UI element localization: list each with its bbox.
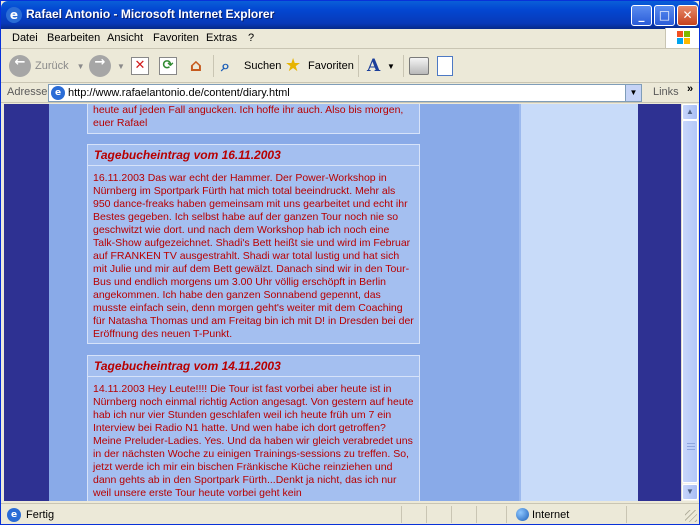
address-url[interactable]: http://www.rafaelantonio.de/content/diar…: [68, 87, 290, 99]
internet-zone-icon: [516, 508, 529, 521]
page-left-margin: [49, 104, 74, 501]
home-button[interactable]: ⌂: [186, 53, 206, 79]
diary-entry-partial: heute auf jeden Fall angucken. Ich hoffe…: [87, 104, 420, 134]
diary-entry: Tagebucheintrag vom 14.11.2003 14.11.200…: [87, 355, 420, 501]
search-button[interactable]: ⌕ Suchen: [221, 53, 281, 79]
diary-entry: Tagebucheintrag vom 16.11.2003 16.11.200…: [87, 144, 420, 344]
back-dropdown-icon[interactable]: ▼: [77, 62, 85, 71]
forward-arrow-icon: →: [89, 55, 111, 77]
vertical-scrollbar[interactable]: ▲ ▼: [681, 104, 698, 501]
maximize-button[interactable]: □: [654, 5, 675, 26]
font-size-icon: A: [367, 56, 381, 76]
toolbar-separator: [358, 55, 359, 77]
menu-datei[interactable]: Datei: [12, 32, 38, 44]
refresh-button[interactable]: ⟳: [159, 53, 177, 79]
stop-icon: ✕: [131, 57, 149, 75]
status-bar: e Fertig Internet: [1, 503, 699, 524]
scroll-down-icon[interactable]: ▼: [682, 484, 698, 500]
menu-extras[interactable]: Extras: [206, 32, 237, 44]
title-bar[interactable]: e Rafael Antonio - Microsoft Internet Ex…: [1, 1, 699, 29]
back-arrow-icon: ←: [9, 55, 31, 77]
stop-button[interactable]: ✕: [131, 53, 149, 79]
edit-page-icon: [437, 56, 453, 76]
ie-logo-icon: e: [6, 7, 22, 23]
page-sidebar: [519, 104, 638, 501]
status-text: Fertig: [26, 509, 55, 521]
menu-favoriten[interactable]: Favoriten: [153, 32, 199, 44]
forward-button[interactable]: → ▼: [89, 53, 125, 79]
entry-body: heute auf jeden Fall angucken. Ich hoffe…: [93, 104, 404, 129]
links-chevron-icon[interactable]: »: [687, 83, 693, 95]
address-bar: Adresse e http://www.rafaelantonio.de/co…: [1, 83, 699, 103]
minimize-button[interactable]: _: [631, 5, 652, 26]
toolbar-separator: [403, 55, 404, 77]
print-button[interactable]: [409, 53, 429, 79]
toolbar: ← Zurück ▼ → ▼ ✕ ⟳ ⌂ ⌕ Suchen ★ Favorite…: [1, 49, 699, 83]
back-button[interactable]: ← Zurück ▼: [9, 53, 85, 79]
close-button[interactable]: ✕: [677, 5, 698, 26]
status-separator: [506, 506, 507, 523]
menu-help[interactable]: ?: [248, 32, 254, 44]
entry-body: 16.11.2003 Das war echt der Hammer. Der …: [93, 172, 414, 340]
favorites-star-icon: ★: [285, 55, 302, 76]
windows-logo-icon: [665, 28, 699, 48]
menu-ansicht[interactable]: Ansicht: [107, 32, 143, 44]
status-separator: [426, 506, 427, 523]
font-size-button[interactable]: A ▼: [367, 53, 395, 79]
scrollbar-thumb[interactable]: [682, 120, 698, 483]
links-label[interactable]: Links: [653, 86, 679, 98]
status-separator: [476, 506, 477, 523]
entry-title: Tagebucheintrag vom 14.11.2003: [88, 356, 419, 377]
window-title: Rafael Antonio - Microsoft Internet Expl…: [26, 7, 275, 21]
address-label: Adresse: [7, 86, 48, 98]
address-dropdown-icon[interactable]: ▼: [625, 85, 641, 101]
search-label: Suchen: [244, 60, 282, 72]
page-icon: e: [51, 86, 65, 100]
forward-dropdown-icon[interactable]: ▼: [117, 62, 125, 71]
font-size-dropdown-icon[interactable]: ▼: [387, 62, 395, 71]
security-zone-label: Internet: [532, 509, 570, 521]
favorites-button[interactable]: ★ Favoriten: [285, 53, 354, 79]
address-input[interactable]: e http://www.rafaelantonio.de/content/di…: [48, 84, 642, 102]
entry-body: 14.11.2003 Hey Leute!!!! Die Tour ist fa…: [93, 383, 414, 499]
entry-title: Tagebucheintrag vom 16.11.2003: [88, 145, 419, 166]
print-icon: [409, 57, 429, 75]
status-separator: [401, 506, 402, 523]
toolbar-separator: [213, 55, 214, 77]
page-status-icon: e: [7, 508, 21, 522]
search-icon: ⌕: [221, 56, 230, 75]
page-content[interactable]: heute auf jeden Fall angucken. Ich hoffe…: [4, 104, 681, 501]
scroll-up-icon[interactable]: ▲: [682, 104, 698, 120]
menu-bar: Datei Bearbeiten Ansicht Favoriten Extra…: [1, 29, 699, 49]
home-icon: ⌂: [189, 56, 203, 76]
resize-grip-icon[interactable]: [685, 510, 697, 522]
favorites-label: Favoriten: [308, 60, 354, 72]
refresh-icon: ⟳: [159, 57, 177, 75]
browser-window: e Rafael Antonio - Microsoft Internet Ex…: [0, 0, 700, 525]
status-separator: [451, 506, 452, 523]
menu-bearbeiten[interactable]: Bearbeiten: [47, 32, 100, 44]
status-separator: [626, 506, 627, 523]
back-label: Zurück: [35, 60, 69, 72]
edit-button[interactable]: [437, 53, 453, 79]
